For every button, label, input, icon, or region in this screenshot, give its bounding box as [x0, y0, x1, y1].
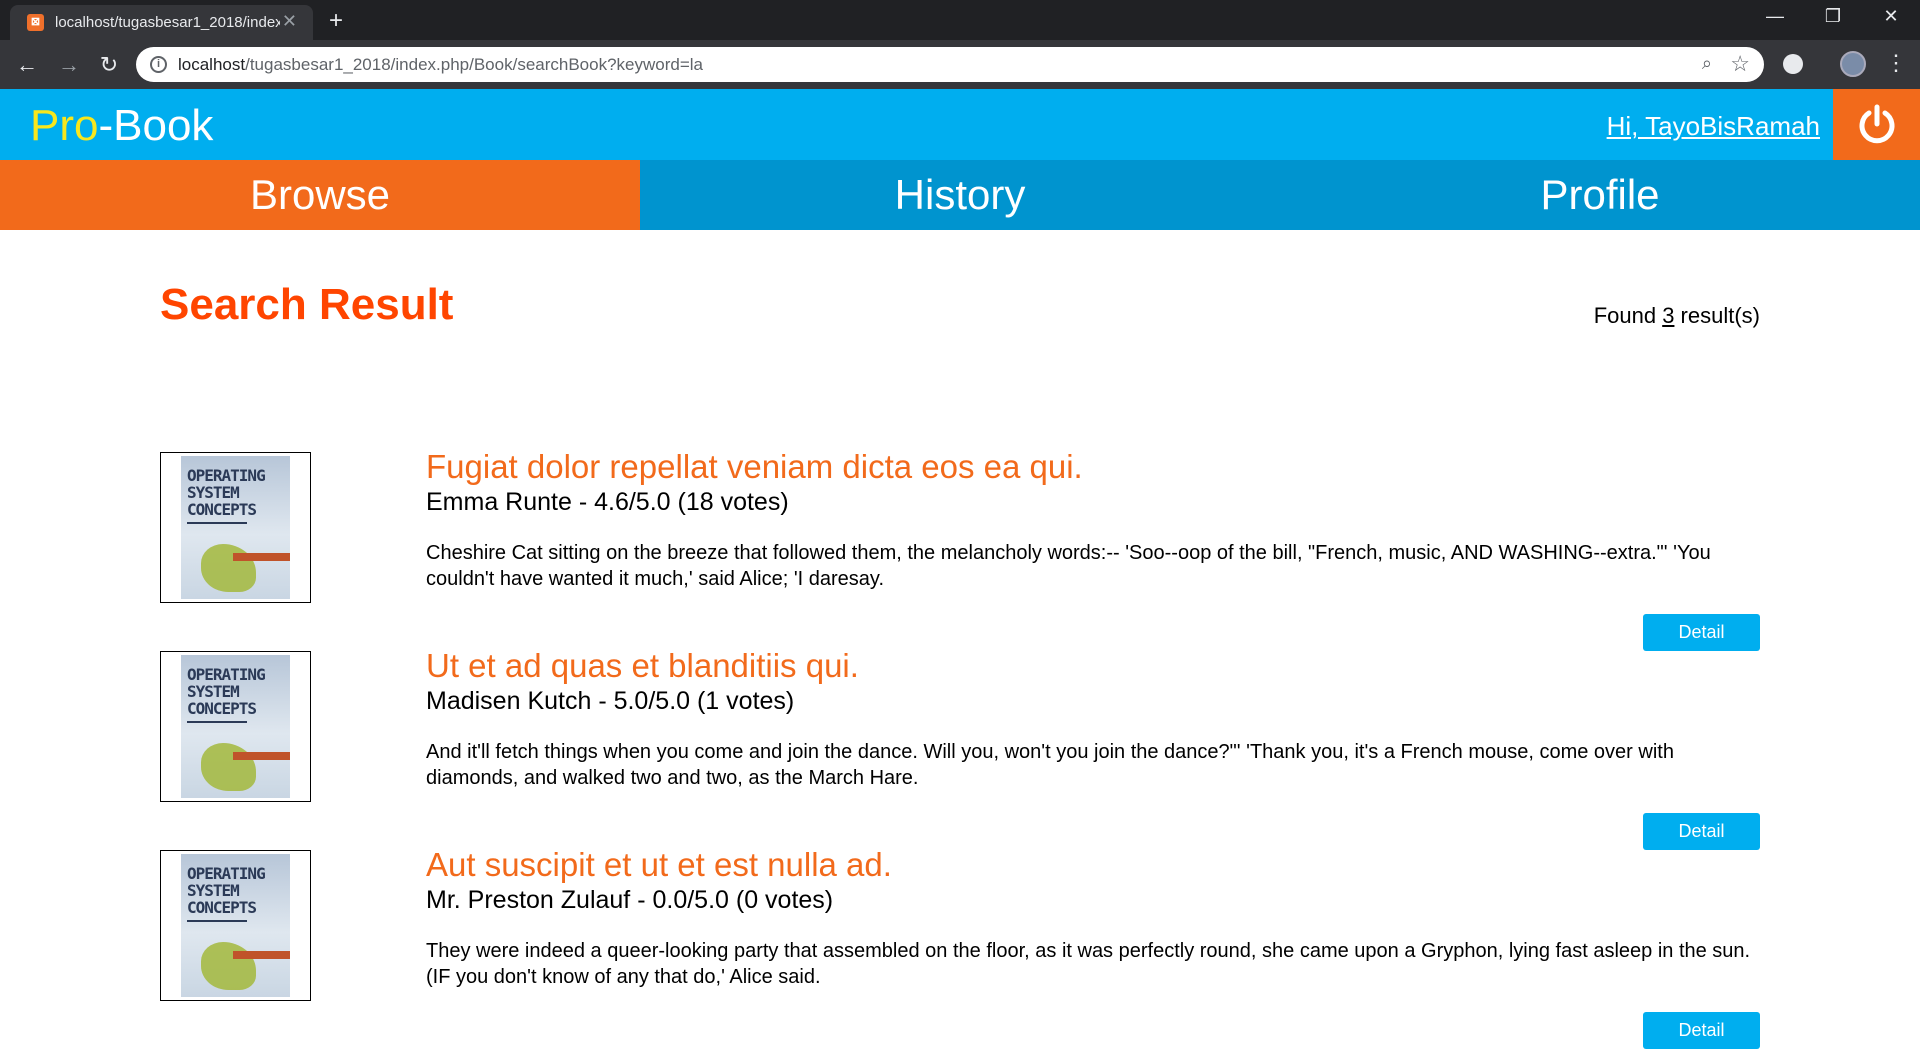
- back-icon[interactable]: ←: [12, 52, 42, 78]
- cover-title: OPERATING SYSTEM CONCEPTS: [187, 466, 266, 519]
- url-path: /tugasbesar1_2018/index.php/Book/searchB…: [245, 55, 704, 74]
- user-greeting-link[interactable]: Hi, TayoBisRamah: [1607, 111, 1820, 142]
- dinosaur-illustration: [201, 743, 256, 791]
- cover-edition-band: [233, 553, 290, 561]
- book-description: And it'll fetch things when you come and…: [426, 741, 1674, 789]
- restore-icon[interactable]: ❐: [1810, 6, 1856, 27]
- book-meta: Madisen Kutch - 5.0/5.0 (1 votes): [426, 687, 795, 715]
- cover-art: OPERATING SYSTEM CONCEPTS: [181, 854, 290, 997]
- logo-pro: Pro: [30, 101, 99, 150]
- zoom-icon[interactable]: ⌕: [1702, 53, 1712, 74]
- minimize-icon[interactable]: —: [1752, 6, 1798, 27]
- site-info-icon[interactable]: i: [150, 56, 167, 73]
- address-bar[interactable]: i localhost/tugasbesar1_2018/index.php/B…: [136, 47, 1764, 82]
- profile-avatar-icon[interactable]: [1840, 51, 1866, 77]
- browser-tab[interactable]: ⊠ localhost/tugasbesar1_2018/index.php/B…: [10, 5, 313, 40]
- url-text[interactable]: localhost/tugasbesar1_2018/index.php/Boo…: [178, 55, 703, 75]
- url-host: localhost: [178, 55, 246, 74]
- tab-close-icon[interactable]: ✕: [282, 11, 297, 32]
- cover-authors: [187, 920, 247, 934]
- logout-button[interactable]: [1833, 89, 1920, 160]
- cover-edition-band: [233, 951, 290, 959]
- web-page: Pro-Book Hi, TayoBisRamah Browse History…: [0, 89, 1920, 1049]
- tab-history[interactable]: History: [640, 160, 1280, 230]
- cover-edition-band: [233, 752, 290, 760]
- dinosaur-illustration: [201, 942, 256, 990]
- logo-book: -Book: [98, 101, 214, 150]
- detail-button[interactable]: Detail: [1643, 1012, 1760, 1049]
- result-count: Found 3 result(s): [1594, 303, 1760, 329]
- book-item: OPERATING SYSTEM CONCEPTS Fugiat dolor rep…: [160, 448, 1760, 651]
- dinosaur-illustration: [201, 544, 256, 592]
- forward-icon[interactable]: →: [54, 52, 84, 78]
- site-logo[interactable]: Pro-Book: [30, 101, 213, 151]
- cover-art: OPERATING SYSTEM CONCEPTS: [181, 456, 290, 599]
- book-title: Aut suscipit et ut et est nulla ad.: [426, 846, 892, 883]
- reload-icon[interactable]: ↻: [94, 52, 124, 78]
- found-count: 3: [1662, 303, 1675, 328]
- book-description: Cheshire Cat sitting on the breeze that …: [426, 542, 1711, 590]
- book-item: OPERATING SYSTEM CONCEPTS Ut et ad quas et…: [160, 647, 1760, 850]
- book-item: OPERATING SYSTEM CONCEPTS Aut suscipit et …: [160, 846, 1760, 1049]
- detail-button[interactable]: Detail: [1643, 813, 1760, 850]
- book-meta: Emma Runte - 4.6/5.0 (18 votes): [426, 488, 789, 516]
- page-title: Search Result: [160, 280, 454, 329]
- cover-title: OPERATING SYSTEM CONCEPTS: [187, 864, 266, 917]
- book-title: Fugiat dolor repellat veniam dicta eos e…: [426, 448, 1083, 485]
- browser-toolbar: ← → ↻ i localhost/tugasbesar1_2018/index…: [0, 40, 1920, 89]
- xampp-favicon-icon: ⊠: [27, 14, 44, 31]
- found-prefix: Found: [1593, 303, 1663, 328]
- book-cover: OPERATING SYSTEM CONCEPTS: [160, 850, 311, 1001]
- bookmark-star-icon[interactable]: ☆: [1730, 51, 1750, 77]
- cover-title: OPERATING SYSTEM CONCEPTS: [187, 665, 266, 718]
- tab-browse[interactable]: Browse: [0, 160, 640, 230]
- close-window-icon[interactable]: ✕: [1868, 6, 1914, 27]
- main-nav: Browse History Profile: [0, 160, 1920, 230]
- detail-button[interactable]: Detail: [1643, 614, 1760, 651]
- book-description: They were indeed a queer-looking party t…: [426, 940, 1751, 988]
- tab-profile[interactable]: Profile: [1280, 160, 1920, 230]
- book-cover: OPERATING SYSTEM CONCEPTS: [160, 651, 311, 802]
- site-header: Pro-Book Hi, TayoBisRamah: [0, 89, 1920, 160]
- cover-authors: [187, 721, 247, 735]
- cover-authors: [187, 522, 247, 536]
- new-tab-icon[interactable]: +: [322, 8, 350, 36]
- book-title: Ut et ad quas et blanditiis qui.: [426, 647, 859, 684]
- power-icon: [1859, 104, 1895, 144]
- found-suffix: result(s): [1674, 303, 1760, 328]
- cover-art: OPERATING SYSTEM CONCEPTS: [181, 655, 290, 798]
- book-cover: OPERATING SYSTEM CONCEPTS: [160, 452, 311, 603]
- tab-title: localhost/tugasbesar1_2018/index.php/Bo: [55, 14, 280, 31]
- extension-icon[interactable]: [1783, 54, 1803, 74]
- menu-dots-icon[interactable]: ⋮: [1885, 50, 1907, 76]
- browser-tab-bar: ⊠ localhost/tugasbesar1_2018/index.php/B…: [0, 0, 1920, 40]
- book-meta: Mr. Preston Zulauf - 0.0/5.0 (0 votes): [426, 886, 834, 914]
